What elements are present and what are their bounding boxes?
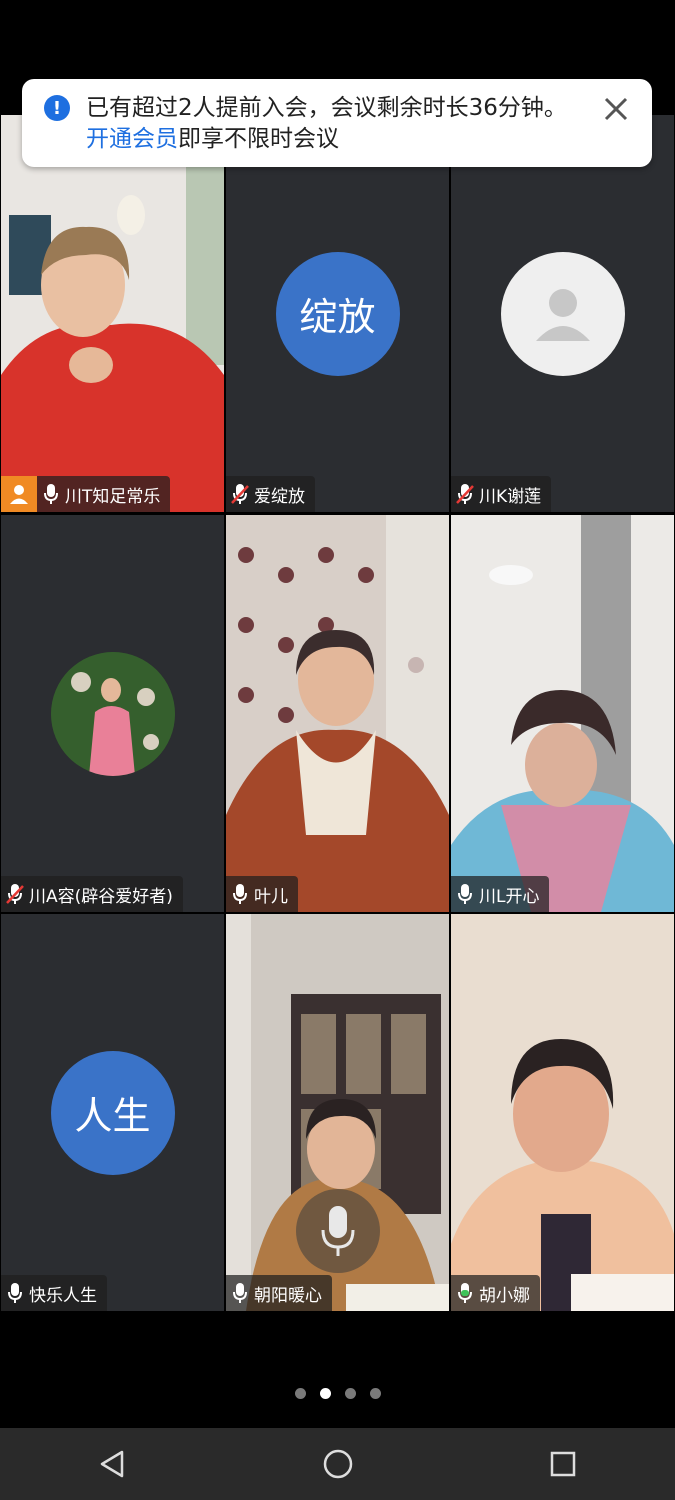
participant-namebar: 川A容(辟谷爱好者) — [1, 876, 183, 912]
page-indicator — [0, 1388, 675, 1399]
participant-namebar: 川L开心 — [451, 876, 550, 912]
page-dot-current[interactable] — [319, 1388, 331, 1399]
participant-name: 川L开心 — [479, 886, 540, 907]
page-dot[interactable] — [294, 1388, 306, 1399]
participant-tile-7[interactable]: 人生 快乐人生 — [1, 914, 224, 1311]
participant-name: 朝阳暖心 — [254, 1285, 322, 1306]
recents-square-icon[interactable] — [539, 1440, 587, 1488]
participant-name: 川K谢莲 — [479, 486, 542, 507]
participant-video — [226, 515, 449, 912]
participant-video — [1, 115, 224, 512]
close-icon[interactable] — [602, 95, 630, 123]
notice-text: 已有超过2人提前入会，会议剩余时长36分钟。开通会员即享不限时会议 — [86, 93, 586, 155]
participant-tile-1[interactable]: 川T知足常乐 — [1, 115, 224, 512]
mic-muted-icon — [226, 476, 254, 512]
home-circle-icon[interactable] — [314, 1440, 362, 1488]
participant-video — [451, 914, 674, 1311]
page-dot[interactable] — [369, 1388, 381, 1399]
default-avatar-icon — [500, 251, 625, 376]
participant-name: 川A容(辟谷爱好者) — [29, 886, 173, 907]
page-dot[interactable] — [344, 1388, 356, 1399]
notice-text-part2: 即享不限时会议 — [178, 126, 339, 152]
back-triangle-icon[interactable] — [89, 1440, 137, 1488]
mic-icon — [226, 1275, 254, 1311]
avatar: 绽放 — [275, 251, 400, 376]
participant-tile-6[interactable]: 川L开心 — [451, 515, 674, 912]
participant-namebar: 川T知足常乐 — [1, 476, 171, 512]
participant-tile-4[interactable]: 川A容(辟谷爱好者) — [1, 515, 224, 912]
participant-namebar: 川K谢莲 — [451, 476, 552, 512]
meeting-time-notice: ! 已有超过2人提前入会，会议剩余时长36分钟。开通会员即享不限时会议 — [22, 79, 652, 167]
participant-namebar: 胡小娜 — [451, 1275, 540, 1311]
participant-namebar: 快乐人生 — [1, 1275, 107, 1311]
mic-icon — [37, 476, 65, 512]
video-grid: 川T知足常乐 绽放 爱绽放 川K谢莲 川A容(辟谷爱好者) 叶儿 川L开心 人生… — [0, 115, 675, 1312]
participant-tile-3[interactable]: 川K谢莲 — [451, 115, 674, 512]
notice-text-part1: 已有超过2人提前入会，会议剩余时长36分钟。 — [86, 95, 567, 121]
mic-muted-icon — [1, 876, 29, 912]
host-badge-icon — [1, 476, 37, 512]
mic-icon — [1, 1275, 29, 1311]
participant-tile-8[interactable]: 朝阳暖心 — [226, 914, 449, 1311]
participant-tile-9[interactable]: 胡小娜 — [451, 914, 674, 1311]
participant-namebar: 叶儿 — [226, 876, 298, 912]
participant-name: 叶儿 — [254, 886, 288, 907]
participant-name: 爱绽放 — [254, 486, 305, 507]
participant-name: 胡小娜 — [479, 1285, 530, 1306]
mic-icon — [451, 876, 479, 912]
participant-name: 川T知足常乐 — [65, 486, 161, 507]
participant-video — [451, 515, 674, 912]
info-icon: ! — [44, 95, 70, 121]
participant-tile-5[interactable]: 叶儿 — [226, 515, 449, 912]
mic-muted-icon — [451, 476, 479, 512]
upgrade-link[interactable]: 开通会员 — [86, 126, 178, 152]
avatar: 人生 — [50, 1050, 175, 1175]
mic-active-icon — [451, 1275, 479, 1311]
participant-namebar: 爱绽放 — [226, 476, 315, 512]
participant-tile-2[interactable]: 绽放 爱绽放 — [226, 115, 449, 512]
speaker-mic-icon — [296, 1189, 380, 1273]
participant-name: 快乐人生 — [29, 1285, 97, 1306]
avatar-photo — [50, 651, 175, 776]
mic-icon — [226, 876, 254, 912]
participant-namebar: 朝阳暖心 — [226, 1275, 332, 1311]
system-navbar — [0, 1428, 675, 1500]
